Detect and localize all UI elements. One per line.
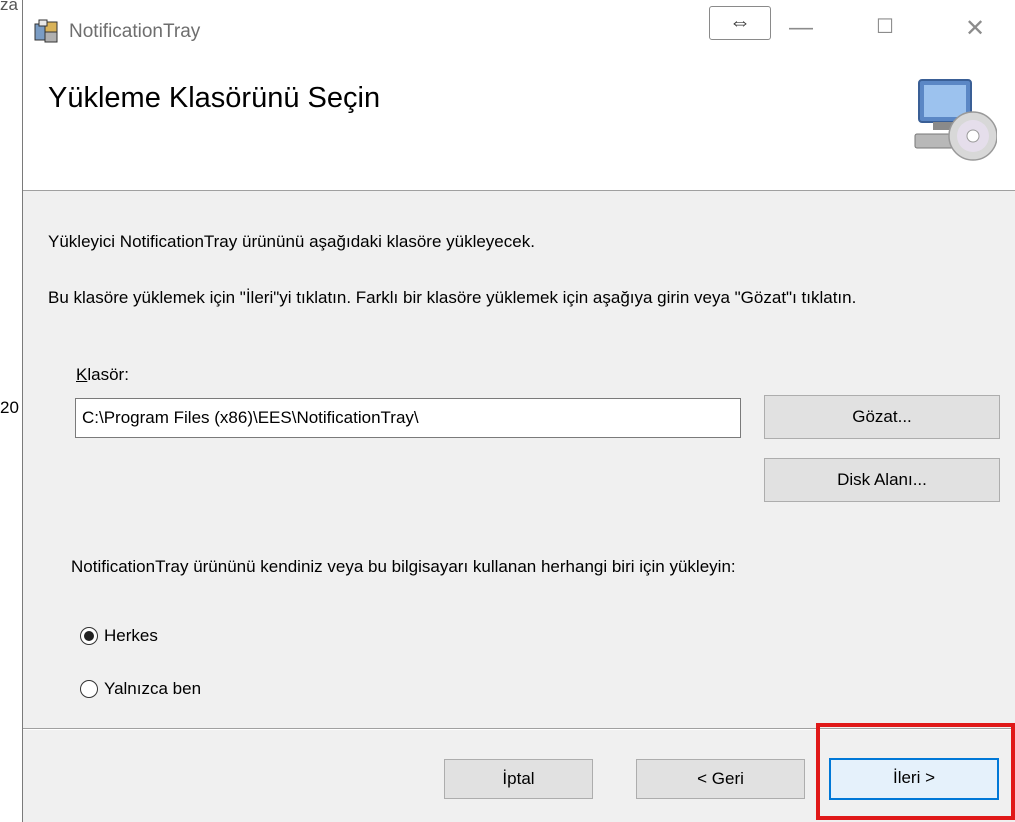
folder-label-text: lasör:: [87, 365, 129, 384]
computer-cd-icon: [914, 79, 997, 161]
description-intro: Yükleyici NotificationTray ürününü aşağı…: [48, 232, 535, 251]
background-window-text-top: za: [0, 0, 18, 12]
folder-label-hotkey: K: [76, 365, 88, 384]
folder-label: Klasör:: [76, 365, 129, 385]
close-button[interactable]: ✕: [955, 14, 995, 43]
title-bar[interactable]: NotificationTray ⇔ — ☐ ✕: [23, 0, 1015, 62]
cancel-button[interactable]: İptal: [444, 759, 593, 799]
install-for-prompt: NotificationTray ürününü kendiniz veya b…: [71, 557, 736, 576]
resize-icon[interactable]: ⇔: [709, 6, 771, 40]
browse-button[interactable]: Gözat...: [764, 395, 1000, 439]
folder-path-input[interactable]: [75, 398, 741, 438]
back-button[interactable]: < Geri: [636, 759, 805, 799]
radio-only-me-indicator[interactable]: [80, 680, 98, 698]
radio-only-me-label: Yalnızca ben: [104, 679, 202, 698]
disk-space-button[interactable]: Disk Alanı...: [764, 458, 1000, 502]
installer-app-icon: [34, 19, 58, 43]
footer-divider: [23, 728, 1015, 730]
page-title: Yükleme Klasörünü Seçin: [48, 82, 381, 114]
radio-everyone-indicator[interactable]: [80, 627, 98, 645]
description-instructions: Bu klasöre yüklemek için "İleri"yi tıkla…: [48, 288, 857, 307]
wizard-header: Yükleme Klasörünü Seçin: [23, 62, 1015, 191]
background-window-text-side: 20: [0, 398, 19, 417]
radio-everyone[interactable]: Herkes: [80, 626, 158, 646]
radio-everyone-label: Herkes: [104, 626, 158, 645]
next-button[interactable]: İleri >: [829, 758, 999, 800]
window-title: NotificationTray: [69, 21, 201, 42]
radio-only-me[interactable]: Yalnızca ben: [80, 679, 201, 699]
minimize-button[interactable]: —: [781, 14, 821, 42]
maximize-button[interactable]: ☐: [865, 14, 905, 39]
installer-window: NotificationTray ⇔ — ☐ ✕ Yükleme Klasörü…: [22, 0, 1015, 822]
